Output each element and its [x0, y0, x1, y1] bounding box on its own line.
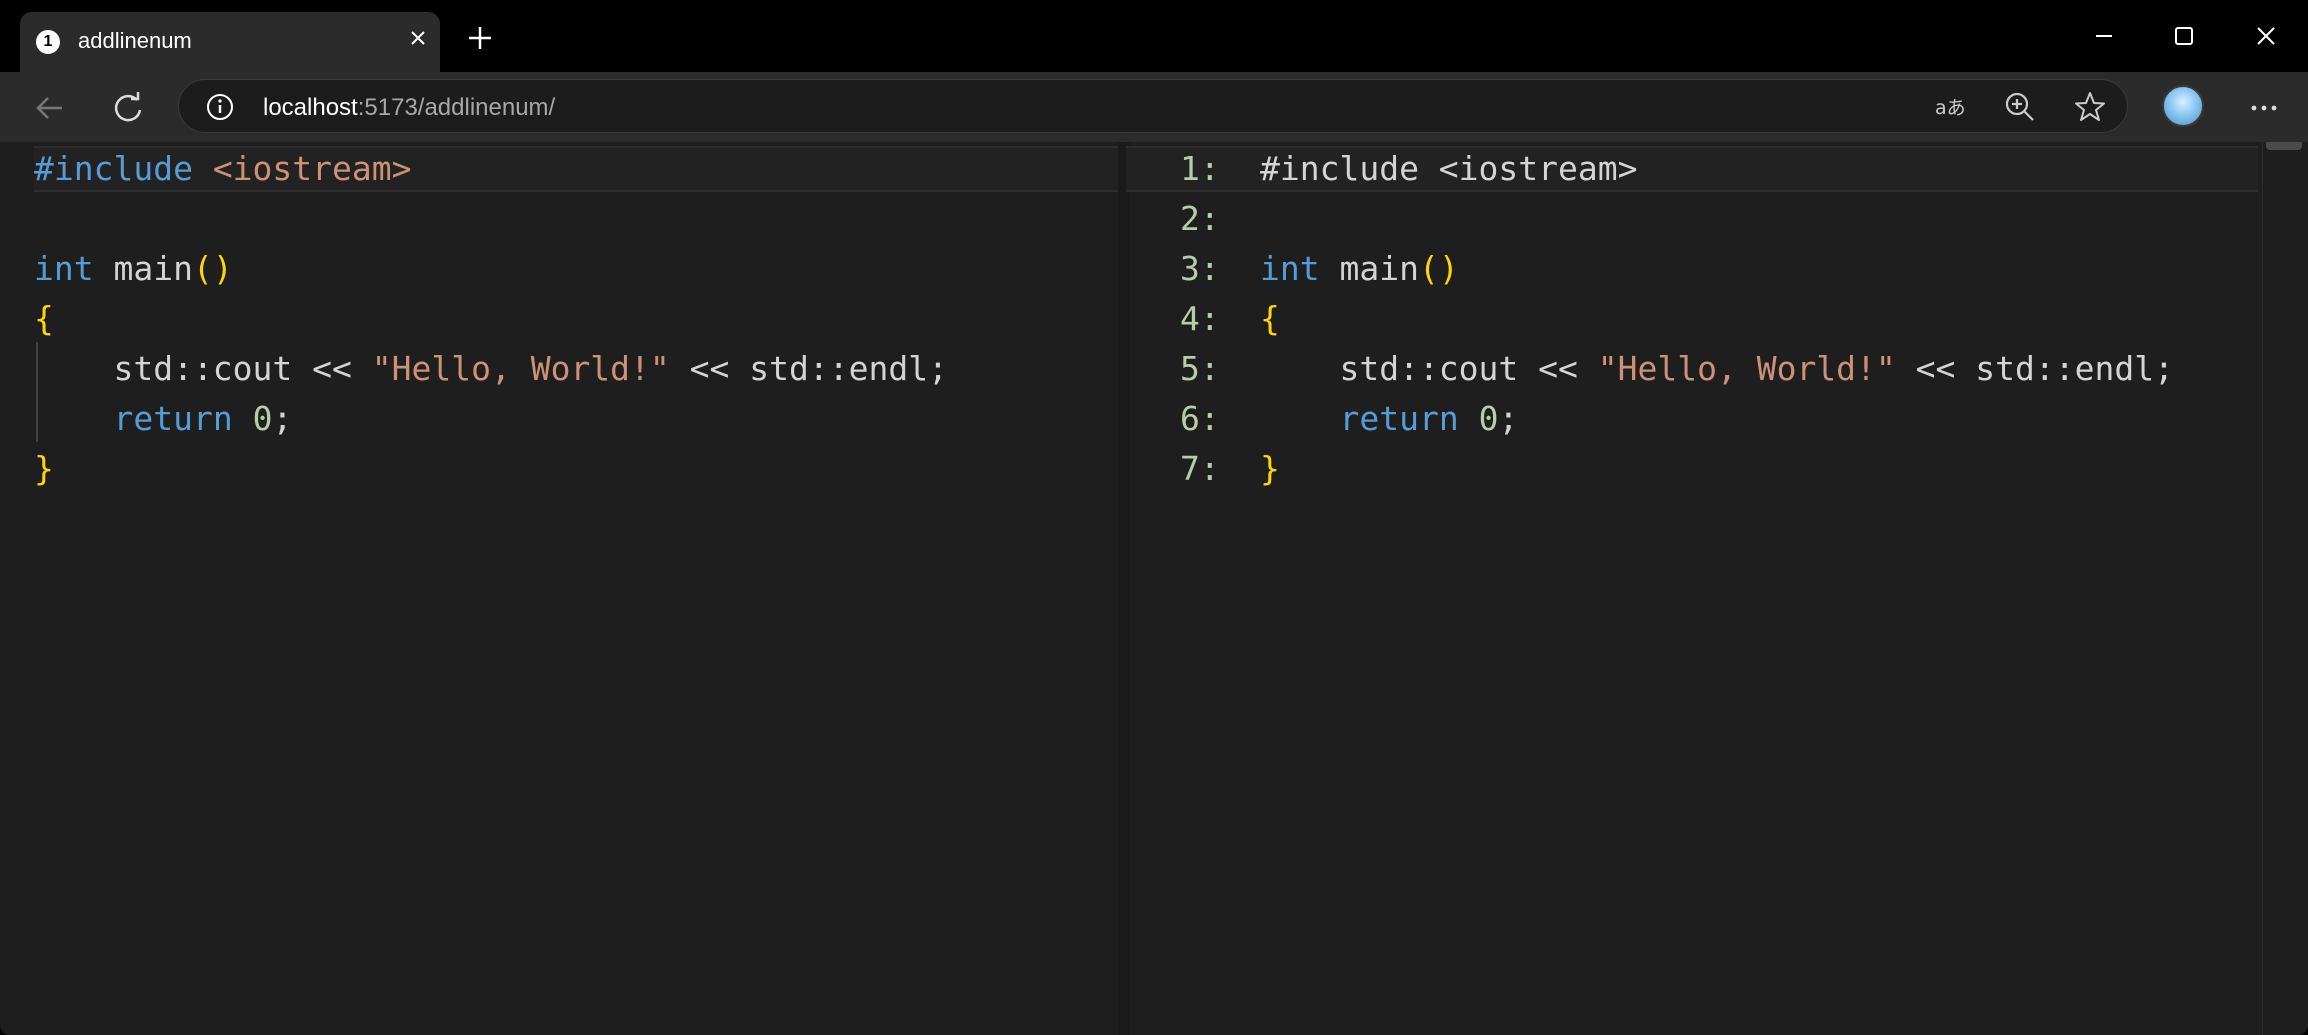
code-line: } — [1260, 444, 1280, 494]
tab-addlinenum[interactable]: 1 addlinenum — [20, 12, 440, 72]
read-aloud-icon[interactable]: aあ — [1931, 88, 1969, 126]
url-host: localhost — [263, 94, 358, 121]
code-line: } — [34, 444, 54, 494]
code-token: return — [1339, 399, 1459, 438]
code-token: return — [113, 399, 233, 438]
code-token: } — [1260, 449, 1280, 488]
code-token: #include — [34, 149, 213, 188]
line-number: 1: — [1180, 149, 1220, 188]
code-line: int main() — [1260, 244, 1459, 294]
address-bar[interactable]: localhost:5173/addlinenum/ aあ — [178, 79, 2128, 133]
browser-toolbar: localhost:5173/addlinenum/ aあ — [0, 72, 2308, 142]
code-line: { — [1260, 294, 1280, 344]
code-token: std::cout << — [1260, 349, 1598, 388]
code-token: ; — [1498, 399, 1519, 438]
url-text[interactable]: localhost:5173/addlinenum/ — [263, 94, 555, 122]
back-arrow-icon[interactable] — [28, 86, 72, 130]
code-token: "Hello, World!" — [1597, 349, 1896, 388]
zoom-icon[interactable] — [2001, 88, 2039, 126]
code-token: "Hello, World!" — [371, 349, 670, 388]
tab-strip: 1 addlinenum — [0, 0, 2308, 72]
maximize-icon[interactable] — [2160, 14, 2208, 58]
code-token: int — [34, 249, 94, 288]
scrollbar[interactable] — [2262, 142, 2307, 1035]
code-token: ; — [272, 399, 293, 438]
code-token: #include <iostream> — [1260, 149, 1638, 188]
close-icon[interactable] — [400, 20, 436, 56]
url-path: :5173/addlinenum/ — [357, 94, 556, 121]
code-token: } — [34, 449, 54, 488]
code-token: () — [1418, 249, 1459, 288]
code-token: () — [192, 249, 233, 288]
line-number: 7: — [1180, 449, 1220, 488]
tab-title: addlinenum — [78, 28, 192, 53]
line-number: 3: — [1180, 249, 1220, 288]
page-content: #include <iostream> int main(){ std::cout… — [0, 142, 2308, 1035]
tab-favicon-icon: 1 — [36, 30, 60, 54]
code-token: << std::endl; — [669, 349, 948, 388]
code-line: return 0; — [1260, 394, 1518, 444]
line-number: 4: — [1180, 299, 1220, 338]
reload-icon[interactable] — [106, 86, 150, 130]
code-token: int — [1260, 249, 1320, 288]
code-line: int main() — [34, 244, 233, 294]
profile-avatar[interactable] — [2162, 85, 2204, 127]
info-icon[interactable] — [205, 92, 235, 122]
code-line: std::cout << "Hello, World!" << std::end… — [34, 344, 948, 394]
minimize-icon[interactable] — [2080, 14, 2128, 58]
output-editor: 1: #include <iostream> 2: 3: int main() 4: {5:… — [1126, 142, 2280, 1035]
star-icon[interactable] — [2071, 88, 2109, 126]
line-number: 2: — [1180, 199, 1220, 238]
plus-icon[interactable] — [462, 20, 498, 56]
browser-window: 1 addlinenum localhost:5173/addlinenum/ … — [0, 0, 2308, 1035]
code-token: main — [93, 249, 193, 288]
code-token: <iostream> — [212, 149, 412, 188]
code-token: main — [1319, 249, 1419, 288]
code-line: return 0; — [34, 394, 292, 444]
code-line: { — [34, 294, 54, 344]
code-token: 0 — [252, 399, 273, 438]
close-window-icon[interactable] — [2242, 14, 2290, 58]
more-icon[interactable] — [2242, 86, 2286, 130]
line-number: 5: — [1180, 349, 1220, 388]
code-token: << std::endl; — [1895, 349, 2174, 388]
svg-text:aあ: aあ — [1935, 97, 1966, 119]
scrollbar-thumb[interactable] — [2266, 142, 2302, 150]
code-token: { — [1260, 299, 1280, 338]
code-token: 0 — [1478, 399, 1499, 438]
code-line: std::cout << "Hello, World!" << std::end… — [1260, 344, 2174, 394]
code-line: #include <iostream> — [34, 144, 412, 194]
source-editor[interactable]: #include <iostream>int main(){ std::cout… — [0, 142, 1150, 1035]
code-line: #include <iostream> — [1260, 144, 1638, 194]
line-number: 6: — [1180, 399, 1220, 438]
code-token: std::cout << — [34, 349, 372, 388]
code-token: { — [34, 299, 54, 338]
